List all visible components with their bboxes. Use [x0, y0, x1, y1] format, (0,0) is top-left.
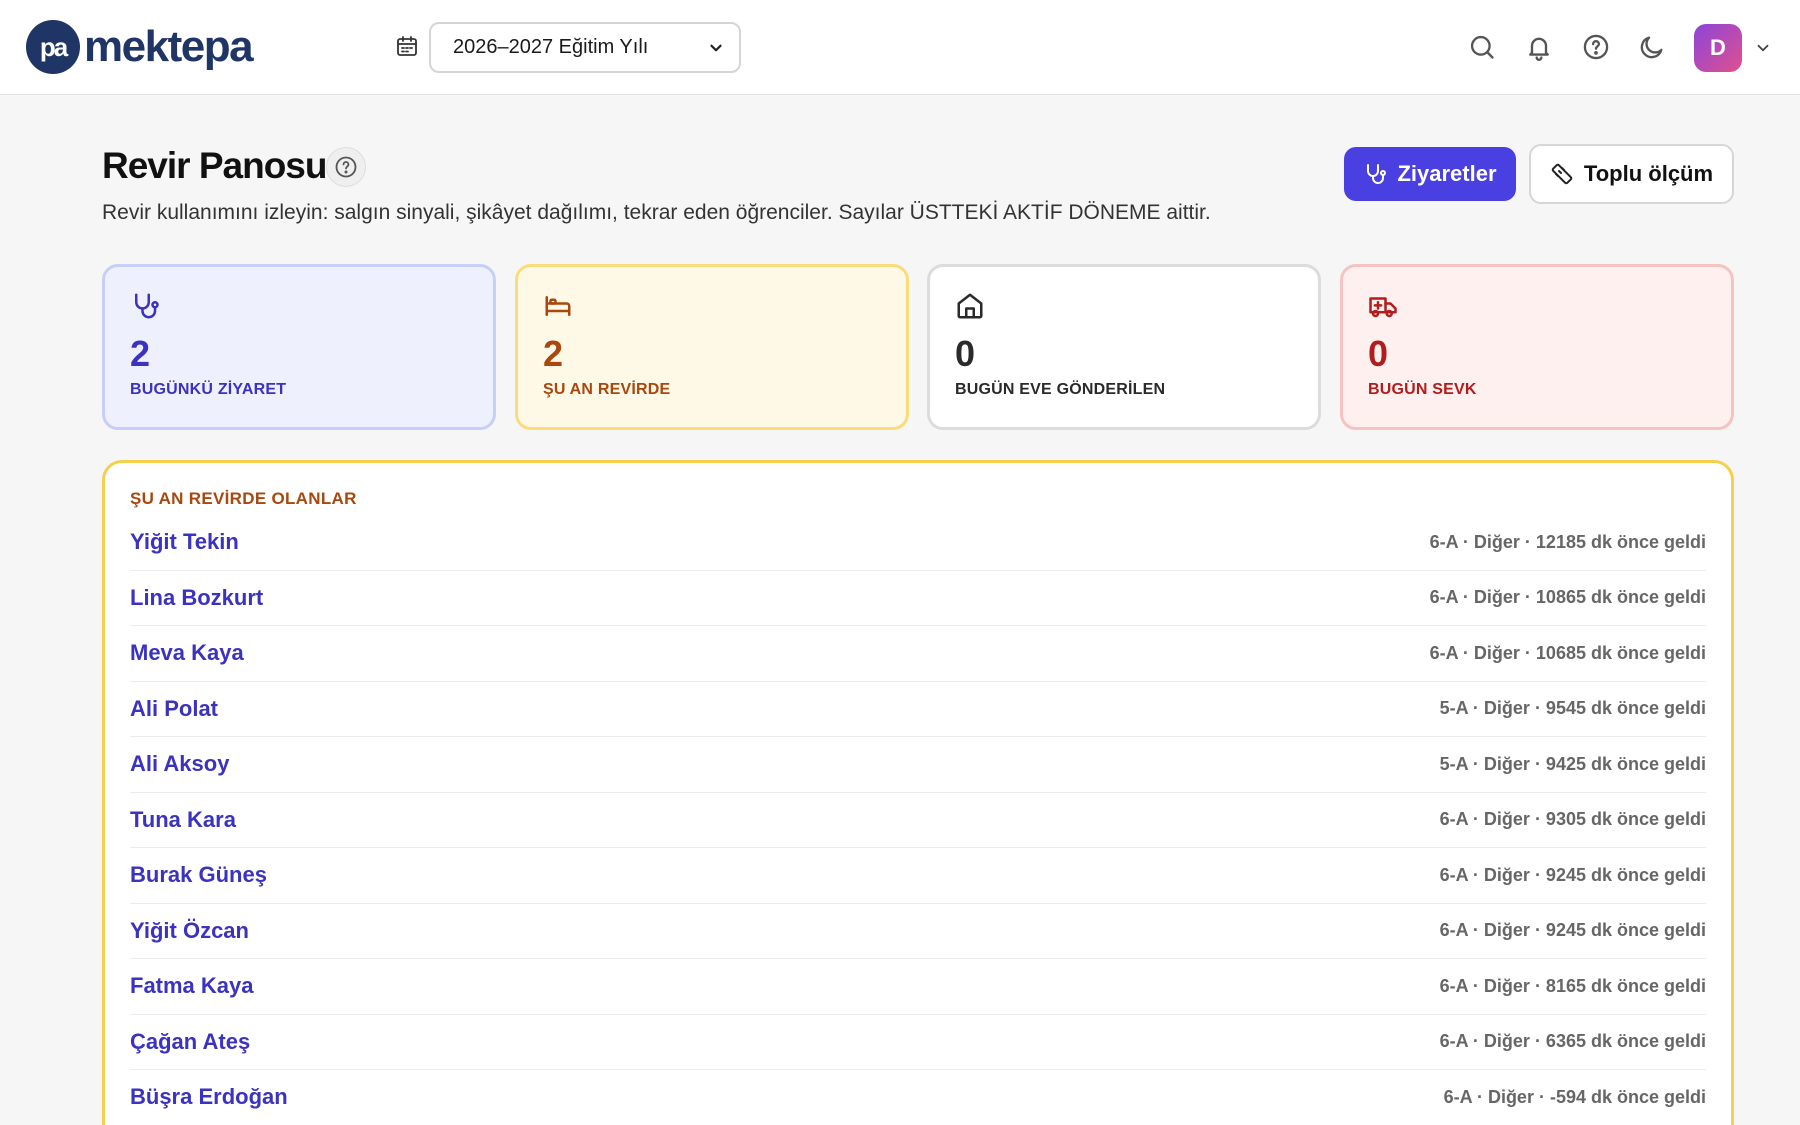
stat-value: 2 [130, 333, 151, 374]
logo[interactable]: pa mektepa [26, 20, 254, 74]
academic-year-value: 2026–2027 Eğitim Yılı [453, 36, 649, 58]
logo-text: mektepa [84, 22, 254, 71]
stat-card-sent-home: 0 BUGÜN EVE GÖNDERİLEN [927, 264, 1321, 430]
search-icon[interactable] [1468, 33, 1496, 61]
list-item[interactable]: Lina Bozkurt 6-A · Diğer · 10865 dk önce … [130, 571, 1706, 626]
list-item[interactable]: Ali Aksoy 5-A · Diğer · 9425 dk önce geld… [130, 737, 1706, 793]
chevron-down-icon [710, 44, 722, 52]
help-icon [335, 156, 357, 178]
student-name[interactable]: Lina Bozkurt [130, 585, 263, 611]
stat-card-in-clinic: 2 ŞU AN REVİRDE [515, 264, 909, 430]
student-meta: 5-A · Diğer · 9545 dk önce geldi [1439, 698, 1706, 719]
page-title: Revir Panosu [102, 145, 327, 186]
stethoscope-icon [1367, 164, 1387, 184]
page-help-button[interactable] [326, 147, 366, 187]
academic-year-select[interactable]: 2026–2027 Eğitim Yılı [429, 22, 741, 73]
list-item[interactable]: Burak Güneş 6-A · Diğer · 9245 dk önce ge… [130, 848, 1706, 904]
in-clinic-title: ŞU AN REVİRDE OLANLAR [130, 489, 357, 508]
stat-value: 0 [955, 333, 976, 374]
stat-card-referral: 0 BUGÜN SEVK [1340, 264, 1734, 430]
avatar[interactable]: D [1694, 24, 1742, 72]
logo-mark: pa [26, 20, 80, 74]
stat-label: BUGÜN EVE GÖNDERİLEN [955, 381, 1166, 398]
bulk-measure-button-label: Toplu ölçüm [1583, 161, 1714, 186]
student-name[interactable]: Fatma Kaya [130, 973, 254, 999]
in-clinic-panel: ŞU AN REVİRDE OLANLAR Yiğit Tekin 6-A · D… [102, 460, 1734, 1125]
stat-card-today-visits: 2 BUGÜNKÜ ZİYARET [102, 264, 496, 430]
visits-button-label: Ziyaretler [1397, 161, 1497, 186]
student-name[interactable]: Çağan Ateş [130, 1029, 250, 1055]
student-name[interactable]: Ali Polat [130, 696, 218, 722]
student-meta: 5-A · Diğer · 9425 dk önce geldi [1439, 753, 1706, 774]
student-meta: 6-A · Diğer · 9245 dk önce geldi [1439, 920, 1706, 941]
chevron-down-icon[interactable] [1754, 39, 1772, 57]
student-meta: 6-A · Diğer · 6365 dk önce geldi [1439, 1031, 1706, 1052]
calendar-icon [397, 36, 417, 56]
stat-label: ŞU AN REVİRDE [543, 381, 671, 398]
stat-label: BUGÜN SEVK [1368, 381, 1477, 398]
help-icon[interactable] [1582, 33, 1610, 61]
list-item[interactable]: Yiğit Özcan 6-A · Diğer · 9245 dk önce ge… [130, 904, 1706, 959]
list-item[interactable]: Çağan Ateş 6-A · Diğer · 6365 dk önce gel… [130, 1015, 1706, 1070]
student-meta: 6-A · Diğer · -594 dk önce geldi [1443, 1086, 1706, 1107]
list-item[interactable]: Meva Kaya 6-A · Diğer · 10685 dk önce gel… [130, 626, 1706, 682]
page-subtitle: Revir kullanımını izleyin: salgın sinyal… [102, 201, 1211, 224]
student-name[interactable]: Tuna Kara [130, 807, 236, 833]
top-bar: pa mektepa 2026–2027 Eğitim Yılı D [0, 0, 1800, 95]
student-name[interactable]: Burak Güneş [130, 862, 267, 888]
bed-icon [545, 296, 571, 316]
student-name[interactable]: Yiğit Özcan [130, 918, 249, 944]
student-meta: 6-A · Diğer · 8165 dk önce geldi [1439, 975, 1706, 996]
list-item[interactable]: Fatma Kaya 6-A · Diğer · 8165 dk önce gel… [130, 959, 1706, 1015]
list-item[interactable]: Tuna Kara 6-A · Diğer · 9305 dk önce geld… [130, 793, 1706, 848]
student-meta: 6-A · Diğer · 10685 dk önce geldi [1429, 642, 1706, 663]
student-name[interactable]: Büşra Erdoğan [130, 1084, 288, 1110]
bulk-measure-button[interactable]: Toplu ölçüm [1529, 144, 1734, 204]
ambulance-icon [1369, 297, 1397, 318]
list-item[interactable]: Büşra Erdoğan 6-A · Diğer · -594 dk önce … [130, 1070, 1706, 1125]
ruler-icon [1551, 163, 1573, 185]
stat-label: BUGÜNKÜ ZİYARET [130, 381, 287, 398]
list-item[interactable]: Ali Polat 5-A · Diğer · 9545 dk önce geld… [130, 682, 1706, 737]
student-name[interactable]: Yiğit Tekin [130, 529, 239, 555]
home-icon [957, 293, 983, 319]
stethoscope-icon [135, 293, 159, 319]
student-meta: 6-A · Diğer · 9305 dk önce geldi [1439, 809, 1706, 830]
bell-icon[interactable] [1525, 33, 1553, 61]
list-item[interactable]: Yiğit Tekin 6-A · Diğer · 12185 dk önce g… [130, 515, 1706, 571]
stat-value: 2 [543, 333, 564, 374]
student-meta: 6-A · Diğer · 12185 dk önce geldi [1429, 531, 1706, 552]
student-meta: 6-A · Diğer · 10865 dk önce geldi [1429, 587, 1706, 608]
stat-value: 0 [1368, 333, 1389, 374]
student-meta: 6-A · Diğer · 9245 dk önce geldi [1439, 864, 1706, 885]
student-name[interactable]: Meva Kaya [130, 640, 244, 666]
visits-button[interactable]: Ziyaretler [1344, 147, 1516, 201]
moon-icon[interactable] [1638, 33, 1666, 61]
student-name[interactable]: Ali Aksoy [130, 751, 229, 777]
